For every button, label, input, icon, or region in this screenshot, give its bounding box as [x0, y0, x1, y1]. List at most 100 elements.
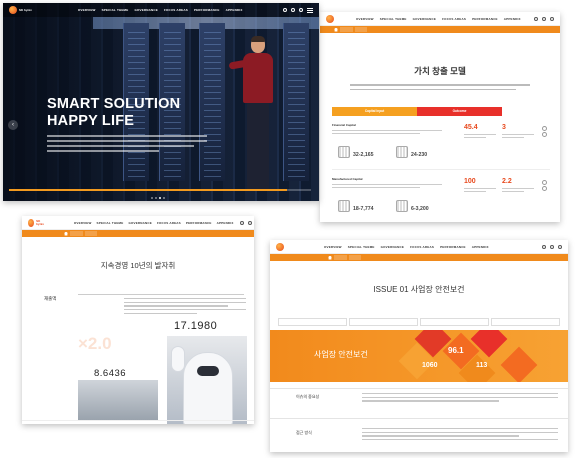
download-icon[interactable] [550, 16, 554, 21]
sk-hynix-logo[interactable]: SK hynix [9, 6, 32, 14]
search-icon[interactable] [239, 220, 244, 225]
breadcrumb-item[interactable] [334, 255, 347, 260]
capital-figure: 6-3,200 [396, 200, 429, 212]
slide-dot[interactable] [155, 197, 157, 199]
menu-governance[interactable]: GOVERNANCE [128, 221, 152, 225]
menu-performance[interactable]: PERFORMANCE [194, 8, 220, 12]
row-description [332, 184, 442, 190]
search-icon[interactable] [542, 244, 546, 249]
sk-hynix-logo[interactable]: SK hynix [28, 218, 46, 227]
capital-figure: 18-7,774 [338, 200, 373, 212]
menu-special-theme[interactable]: SPECIAL THEME [380, 17, 407, 21]
issue-tab[interactable] [349, 318, 418, 326]
search-icon[interactable] [534, 16, 538, 21]
menu-governance[interactable]: GOVERNANCE [413, 17, 437, 21]
outcome-stat: 3 [502, 124, 534, 139]
value-model-page: OVERVIEW SPECIAL THEME GOVERNANCE FOCUS … [320, 12, 560, 222]
top-nav: OVERVIEW SPECIAL THEME GOVERNANCE FOCUS … [320, 12, 560, 26]
home-icon[interactable] [64, 231, 68, 236]
outcome-header: Outcome [417, 107, 502, 116]
kpi-value: 113 [476, 362, 488, 369]
issue-tab[interactable] [278, 318, 347, 326]
menu-performance[interactable]: PERFORMANCE [440, 245, 466, 249]
search-icon[interactable] [283, 8, 287, 12]
menu-special-theme[interactable]: SPECIAL THEME [97, 221, 124, 225]
prev-slide-button[interactable]: ‹ [8, 120, 18, 130]
menu-special-theme[interactable]: SPECIAL THEME [348, 245, 375, 249]
hero-title: SMART SOLUTION HAPPY LIFE [47, 96, 180, 130]
sk-hynix-logo[interactable] [326, 14, 334, 23]
main-menu: OVERVIEW SPECIAL THEME GOVERNANCE FOCUS … [356, 17, 521, 21]
menu-appendix[interactable]: APPENDIX [226, 8, 243, 12]
hero-page: SK hynix OVERVIEW SPECIAL THEME GOVERNAN… [3, 3, 319, 201]
section-text [124, 298, 246, 316]
menu-focus-areas[interactable]: FOCUS AREAS [410, 245, 434, 249]
issue-tabs [278, 318, 560, 326]
menu-overview[interactable]: OVERVIEW [356, 17, 374, 21]
engineer-photo [167, 336, 247, 424]
menu-focus-areas[interactable]: FOCUS AREAS [164, 8, 188, 12]
cleanroom-photo [78, 380, 158, 420]
financial-capital-row: Financial Capital 32-2,165 24-230 45.4 3 [332, 120, 550, 170]
breadcrumb-item[interactable] [340, 27, 353, 32]
slide-progress-bar [9, 189, 311, 191]
manufactured-capital-row: Manufactured Capital 18-7,774 6-3,200 10… [332, 174, 550, 222]
hero-description [47, 135, 207, 155]
breadcrumb-item[interactable] [354, 27, 368, 32]
kpi-value: 96.1 [448, 346, 464, 355]
factory-icon [338, 200, 350, 212]
download-icon[interactable] [299, 8, 303, 12]
slide-dot[interactable] [159, 197, 161, 199]
breadcrumb-item[interactable] [84, 231, 98, 236]
home-icon[interactable] [328, 255, 332, 260]
menu-performance[interactable]: PERFORMANCE [186, 221, 212, 225]
language-icon[interactable] [542, 16, 546, 21]
language-icon[interactable] [291, 8, 295, 12]
outcome-stat: 2.2 [502, 178, 534, 193]
issue-tab[interactable] [420, 318, 489, 326]
sk-hynix-logo[interactable] [276, 242, 284, 251]
utility-icons [534, 16, 554, 21]
screenshot-collage: OVERVIEW SPECIAL THEME GOVERNANCE FOCUS … [0, 0, 580, 458]
figure-value: 32-2,165 [353, 152, 374, 158]
issue-tab[interactable] [491, 318, 560, 326]
breadcrumb-item[interactable] [348, 255, 362, 260]
menu-overview[interactable]: OVERVIEW [78, 8, 96, 12]
menu-appendix[interactable]: APPENDIX [217, 221, 234, 225]
language-icon[interactable] [247, 220, 252, 225]
stat-value: 100 [464, 178, 476, 185]
issue-page: OVERVIEW SPECIAL THEME GOVERNANCE FOCUS … [270, 240, 568, 452]
hero-title-line2: HAPPY LIFE [47, 113, 135, 129]
page-title: 지속경영 10년의 발자취 [100, 261, 176, 270]
menu-governance[interactable]: GOVERNANCE [134, 8, 158, 12]
menu-performance[interactable]: PERFORMANCE [472, 17, 498, 21]
menu-icon[interactable] [307, 7, 313, 13]
section-text [362, 393, 558, 404]
outcome-stat: 100 [464, 178, 496, 193]
download-icon[interactable] [558, 244, 562, 249]
menu-appendix[interactable]: APPENDIX [472, 245, 489, 249]
menu-focus-areas[interactable]: FOCUS AREAS [442, 17, 466, 21]
menu-governance[interactable]: GOVERNANCE [381, 245, 405, 249]
slide-dot[interactable] [151, 197, 153, 199]
building-icon [338, 146, 350, 158]
footer [22, 420, 254, 424]
server-rack [199, 23, 225, 181]
slide-dot[interactable] [163, 197, 165, 199]
menu-special-theme[interactable]: SPECIAL THEME [102, 8, 129, 12]
base-figure: 8.6436 [94, 368, 127, 379]
band-title: 사업장 안전보건 [314, 350, 368, 359]
home-icon[interactable] [334, 27, 338, 32]
section-text [362, 428, 558, 443]
breadcrumb-item[interactable] [70, 231, 83, 236]
breadcrumb [320, 26, 560, 33]
menu-overview[interactable]: OVERVIEW [74, 221, 92, 225]
menu-overview[interactable]: OVERVIEW [324, 245, 342, 249]
hero-title-line1: SMART SOLUTION [47, 96, 181, 112]
menu-focus-areas[interactable]: FOCUS AREAS [157, 221, 181, 225]
stat-value: 3 [502, 124, 506, 131]
menu-appendix[interactable]: APPENDIX [504, 17, 521, 21]
top-nav: SK hynix OVERVIEW SPECIAL THEME GOVERNAN… [22, 216, 254, 230]
language-icon[interactable] [550, 244, 554, 249]
equipment-icon [396, 200, 408, 212]
